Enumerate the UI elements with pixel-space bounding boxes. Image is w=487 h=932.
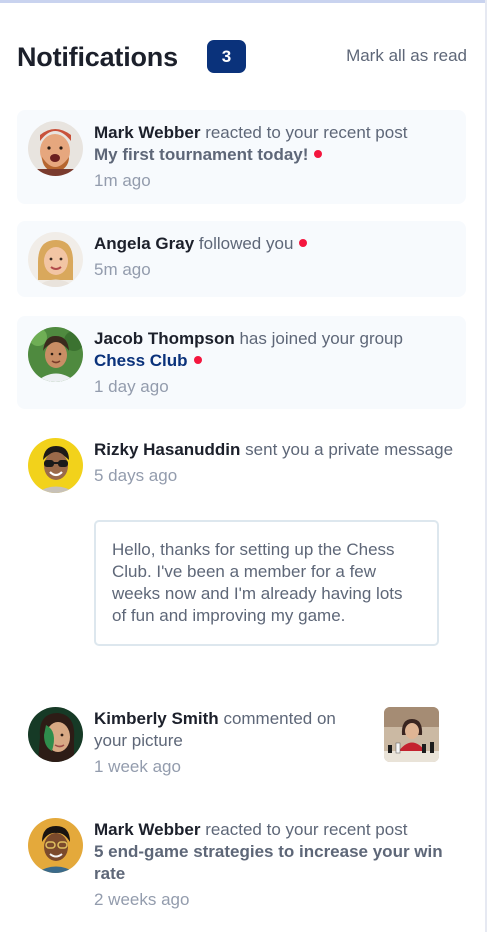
notification-item[interactable]: Mark Webber reacted to your recent post 5… — [17, 807, 466, 922]
notification-user-name[interactable]: Rizky Hasanuddin — [94, 440, 240, 459]
avatar[interactable] — [28, 707, 83, 762]
notification-user-name[interactable]: Mark Webber — [94, 820, 200, 839]
chess-picture-thumbnail[interactable] — [384, 707, 439, 762]
page-title: Notifications — [17, 42, 178, 72]
notification-post-link[interactable]: My first tournament today! — [94, 145, 308, 164]
notification-action: reacted to your recent post — [205, 820, 408, 839]
unread-dot — [193, 356, 202, 364]
notification-item[interactable]: Mark Webber reacted to your recent post M… — [17, 110, 466, 204]
avatar[interactable] — [28, 438, 83, 493]
notification-user-name[interactable]: Kimberly Smith — [94, 709, 219, 728]
notification-group-link[interactable]: Chess Club — [94, 351, 188, 370]
notification-action: followed you — [198, 234, 294, 253]
notification-time: 1m ago — [94, 171, 151, 190]
notification-time: 1 week ago — [94, 757, 181, 776]
unread-dot — [314, 150, 323, 158]
notification-user-name[interactable]: Mark Webber — [94, 123, 200, 142]
notification-post-link[interactable]: 5 end-game strategies to increase your w… — [94, 842, 443, 883]
notification-item[interactable]: Rizky Hasanuddin sent you a private mess… — [17, 427, 466, 677]
notification-action: has joined your group — [239, 329, 403, 348]
avatar[interactable] — [28, 818, 83, 873]
notification-action: sent you a private message — [245, 440, 454, 459]
notification-time: 5m ago — [94, 260, 151, 279]
notification-action: reacted to your recent post — [205, 123, 408, 142]
unread-count-badge: 3 — [207, 40, 246, 73]
top-border — [0, 0, 487, 3]
avatar[interactable] — [28, 327, 83, 382]
notifications-header: Notifications 3 Mark all as read — [17, 40, 467, 76]
avatar[interactable] — [28, 121, 83, 176]
private-message-preview[interactable]: Hello, thanks for setting up the Chess C… — [94, 520, 439, 646]
notification-user-name[interactable]: Angela Gray — [94, 234, 194, 253]
notification-item[interactable]: Kimberly Smith commented on your picture… — [17, 696, 466, 790]
unread-dot — [299, 239, 308, 247]
notification-item[interactable]: Angela Gray followed you 5m ago — [17, 221, 466, 297]
notification-time: 5 days ago — [94, 466, 178, 485]
avatar[interactable] — [28, 232, 83, 287]
notification-user-name[interactable]: Jacob Thompson — [94, 329, 235, 348]
mark-all-as-read-button[interactable]: Mark all as read — [346, 46, 467, 66]
notification-time: 1 day ago — [94, 377, 169, 396]
notification-time: 2 weeks ago — [94, 890, 190, 909]
notification-item[interactable]: Jacob Thompson has joined your group Ches… — [17, 316, 466, 409]
